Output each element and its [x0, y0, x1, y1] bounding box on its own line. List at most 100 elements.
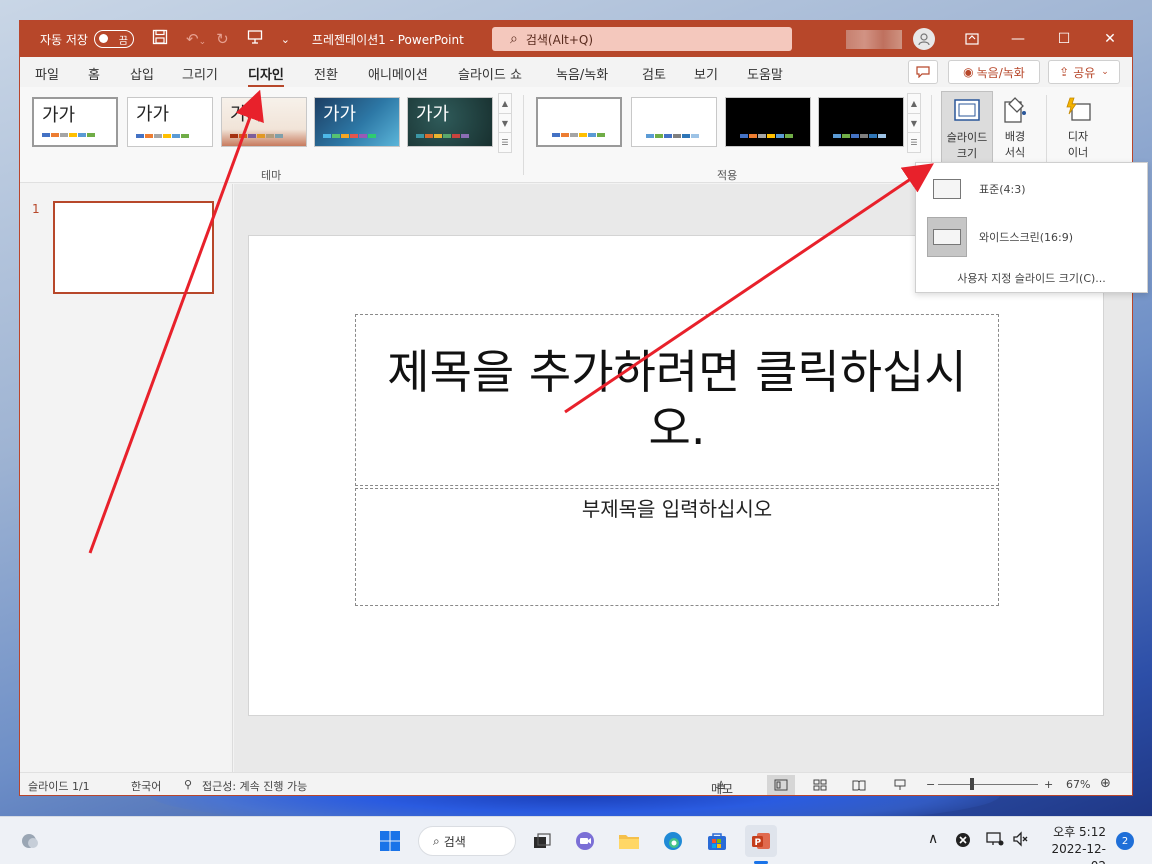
theme-ion[interactable]: 가가: [314, 97, 400, 147]
network-icon[interactable]: [986, 831, 1004, 851]
tab-transitions[interactable]: 전환: [314, 64, 338, 83]
taskbar-search[interactable]: ⌕ 검색: [418, 826, 516, 856]
minimize-button[interactable]: —: [995, 21, 1041, 57]
fit-to-window-icon[interactable]: ⊕: [1100, 776, 1111, 791]
tab-view[interactable]: 보기: [694, 64, 718, 83]
present-from-start-icon[interactable]: [247, 29, 263, 49]
scroll-up-icon[interactable]: ▲: [499, 94, 511, 114]
tab-record[interactable]: 녹음/녹화: [556, 64, 608, 83]
theme-office-2[interactable]: 가가: [127, 97, 213, 147]
reading-view-button[interactable]: [845, 775, 873, 795]
group-label-themes: 테마: [261, 169, 282, 182]
theme-sample-text: 가가: [416, 104, 450, 125]
ribbon-display-options-icon[interactable]: [949, 21, 995, 57]
teams-chat-icon[interactable]: [569, 825, 601, 857]
scroll-up-icon[interactable]: ▲: [908, 94, 920, 114]
theme-sample-text: 가가: [42, 105, 76, 126]
scroll-down-icon[interactable]: ▼: [908, 113, 920, 134]
slide-size-standard[interactable]: 표준(4:3): [916, 167, 1147, 211]
slide-size-button[interactable]: 슬라이드 크기: [941, 91, 993, 163]
show-hidden-icons[interactable]: ∧: [928, 831, 938, 847]
comments-button[interactable]: [908, 60, 938, 84]
user-avatar[interactable]: [913, 28, 935, 50]
designer-label-2: 이너: [1067, 146, 1089, 159]
tab-home[interactable]: 홈: [88, 64, 100, 83]
tab-file[interactable]: 파일: [35, 64, 59, 83]
variant-4[interactable]: [818, 97, 904, 147]
more-icon[interactable]: ☰: [499, 133, 511, 153]
zoom-slider[interactable]: [938, 784, 1038, 785]
ribbon-tabs: 파일 홈 삽입 그리기 디자인 전환 애니메이션 슬라이드 쇼 녹음/녹화 검토…: [20, 57, 1132, 87]
autosave-label: 자동 저장: [40, 32, 88, 47]
start-button[interactable]: [374, 825, 406, 857]
share-icon: ⇪: [1059, 65, 1070, 79]
powerpoint-taskbar-icon[interactable]: P: [745, 825, 777, 857]
task-view-icon[interactable]: [526, 825, 558, 857]
designer-button[interactable]: 디자 이너: [1052, 91, 1104, 163]
theme-office[interactable]: 가가: [32, 97, 118, 147]
accessibility-status[interactable]: 접근성: 계속 진행 가능: [202, 778, 307, 794]
zoom-slider-thumb[interactable]: [970, 778, 974, 790]
microsoft-store-icon[interactable]: [701, 825, 733, 857]
notes-button[interactable]: ≜ 메모: [699, 775, 745, 795]
subtitle-placeholder[interactable]: 부제목을 입력하십시오: [355, 488, 999, 606]
variants-gallery-scroll[interactable]: ▲ ▼ ☰: [907, 93, 921, 153]
variant-1[interactable]: [536, 97, 622, 147]
slide-thumbnail[interactable]: [53, 201, 214, 294]
variant-2[interactable]: [631, 97, 717, 147]
tab-insert[interactable]: 삽입: [130, 64, 154, 83]
volume-muted-icon[interactable]: [1012, 831, 1030, 851]
autosave-toggle[interactable]: 끔: [93, 30, 134, 48]
edge-browser-icon[interactable]: [657, 825, 689, 857]
zoom-out-button[interactable]: −: [926, 778, 935, 791]
user-name-blurred: [846, 30, 902, 49]
theme-sample-text: 가가: [230, 104, 264, 125]
theme-color-bars: [323, 134, 376, 138]
variant-color-bars: [833, 134, 886, 138]
record-button[interactable]: ◉ 녹음/녹화: [948, 60, 1040, 84]
system-clock[interactable]: 오후 5:12 2022-12-02: [1040, 824, 1106, 864]
slide-canvas[interactable]: 제목을 추가하려면 클릭하십시오. 부제목을 입력하십시오: [248, 235, 1104, 716]
zoom-in-button[interactable]: +: [1044, 778, 1053, 791]
themes-gallery-scroll[interactable]: ▲ ▼ ☰: [498, 93, 512, 153]
scroll-down-icon[interactable]: ▼: [499, 113, 511, 134]
tab-design[interactable]: 디자인: [248, 64, 284, 87]
theme-facet[interactable]: 가가: [221, 97, 307, 147]
theme-color-bars: [42, 133, 95, 137]
zoom-level[interactable]: 67%: [1066, 778, 1090, 791]
slide-show-button[interactable]: [886, 775, 914, 795]
normal-view-button[interactable]: [767, 775, 795, 795]
language[interactable]: 한국어: [131, 778, 161, 794]
save-icon[interactable]: [152, 29, 168, 49]
slide-count[interactable]: 슬라이드 1/1: [28, 778, 90, 794]
more-icon[interactable]: ☰: [908, 133, 920, 153]
undo-icon[interactable]: ↶⌄: [186, 30, 206, 48]
tab-draw[interactable]: 그리기: [182, 64, 218, 83]
format-background-button[interactable]: 배경 서식: [989, 91, 1041, 163]
theme-sample-text: 가가: [323, 104, 357, 125]
tab-help[interactable]: 도움말: [747, 64, 783, 83]
title-placeholder[interactable]: 제목을 추가하려면 클릭하십시오.: [355, 314, 999, 486]
svg-text:P: P: [755, 838, 762, 848]
autosave-control[interactable]: 자동 저장 끔: [40, 30, 134, 48]
tab-slide-show[interactable]: 슬라이드 쇼: [458, 64, 522, 83]
theme-organic[interactable]: 가가: [407, 97, 493, 147]
file-explorer-icon[interactable]: [613, 825, 645, 857]
slide-sorter-button[interactable]: [806, 775, 834, 795]
redo-icon[interactable]: ↻: [216, 30, 229, 48]
tray-app-icon[interactable]: [955, 832, 971, 852]
slide-size-widescreen[interactable]: 와이드스크린(16:9): [916, 215, 1147, 259]
variant-3[interactable]: [725, 97, 811, 147]
share-button[interactable]: ⇪ 공유 ⌄: [1048, 60, 1120, 84]
notification-badge[interactable]: 2: [1116, 832, 1134, 850]
slide-size-custom[interactable]: 사용자 지정 슬라이드 크기(C)...: [916, 267, 1147, 289]
tab-review[interactable]: 검토: [642, 64, 666, 83]
search-box[interactable]: ⌕ 검색(Alt+Q): [492, 27, 792, 51]
chevron-down-icon: ⌄: [1101, 67, 1109, 77]
customize-qat-icon[interactable]: ⌄: [281, 33, 290, 46]
weather-icon[interactable]: [14, 825, 46, 857]
maximize-button[interactable]: ☐: [1041, 21, 1087, 57]
designer-icon: [1063, 95, 1093, 125]
close-button[interactable]: ✕: [1087, 21, 1132, 57]
tab-animations[interactable]: 애니메이션: [368, 64, 428, 83]
